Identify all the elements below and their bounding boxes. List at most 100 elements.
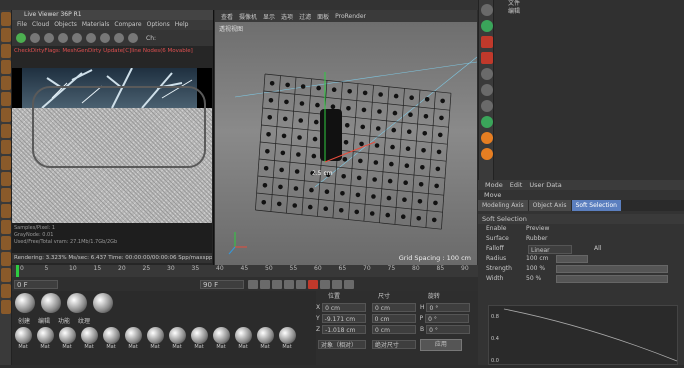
apply-button[interactable]: 应用 xyxy=(419,339,462,351)
rot-h-field[interactable]: 0 ° xyxy=(426,303,471,312)
zoom-icon[interactable] xyxy=(128,33,138,43)
menu-item-help[interactable]: Help xyxy=(175,20,189,30)
tool-icon[interactable] xyxy=(1,12,11,26)
material-swatch[interactable]: Mat xyxy=(144,325,166,350)
menu-item-options[interactable]: Options xyxy=(147,20,170,30)
viewport-menu-view[interactable]: 查看 xyxy=(221,12,233,21)
surface-value[interactable]: Rubber xyxy=(526,234,547,244)
tool-icon[interactable] xyxy=(481,148,493,160)
tool-icon[interactable] xyxy=(1,44,11,58)
tool-icon[interactable] xyxy=(1,268,11,282)
tab-soft-selection[interactable]: Soft Selection xyxy=(571,200,621,211)
size-x-field[interactable]: 0 cm xyxy=(372,303,417,312)
tool-icon[interactable] xyxy=(1,92,11,106)
end-frame-field[interactable]: 90 F xyxy=(200,279,244,289)
viewport-menu-display[interactable]: 显示 xyxy=(263,12,275,21)
tool-icon[interactable] xyxy=(1,140,11,154)
region-icon[interactable] xyxy=(100,33,110,43)
tool-icon[interactable] xyxy=(481,100,493,112)
material-swatch[interactable]: Mat xyxy=(232,325,254,350)
tool-icon[interactable] xyxy=(481,84,493,96)
tool-icon[interactable] xyxy=(1,204,11,218)
material-swatch[interactable]: Mat xyxy=(56,325,78,350)
prev-frame-icon[interactable] xyxy=(260,279,270,289)
keyframe-icon[interactable] xyxy=(320,279,330,289)
material-swatch[interactable]: Mat xyxy=(78,325,100,350)
object-manager-item[interactable]: 文件 xyxy=(494,0,684,8)
material-thumbnail[interactable] xyxy=(41,293,61,313)
tool-icon[interactable] xyxy=(481,132,493,144)
tool-icon[interactable] xyxy=(1,300,11,314)
menu-item-objects[interactable]: Objects xyxy=(54,20,77,30)
width-slider[interactable] xyxy=(556,275,668,283)
goto-end-icon[interactable] xyxy=(296,279,306,289)
goto-start-icon[interactable] xyxy=(248,279,258,289)
pos-y-field[interactable]: -9.171 cm xyxy=(321,314,366,323)
record-icon[interactable] xyxy=(308,279,318,289)
menu-item-compare[interactable]: Compare xyxy=(114,20,141,30)
tool-icon[interactable] xyxy=(1,188,11,202)
rot-p-field[interactable]: 0 ° xyxy=(425,314,470,323)
viewport-menu-options[interactable]: 选项 xyxy=(281,12,293,21)
mode-select[interactable]: All xyxy=(594,244,601,254)
menu-item-cloud[interactable]: Cloud xyxy=(32,20,49,30)
timeline[interactable]: 0 5 10 15 20 25 30 35 40 45 50 55 60 65 70 75 80 85 90 xyxy=(12,265,478,277)
play-icon[interactable] xyxy=(44,33,54,43)
perforated-mesh-object[interactable] xyxy=(215,22,477,265)
tool-icon[interactable] xyxy=(481,20,493,32)
strength-value[interactable]: 100 % xyxy=(526,264,556,274)
size-mode-select[interactable]: 绝对尺寸 xyxy=(371,340,416,349)
render-icon[interactable] xyxy=(481,52,493,64)
radius-slider[interactable] xyxy=(556,255,588,263)
pos-x-field[interactable]: 0 cm xyxy=(322,303,367,312)
material-swatch[interactable]: Mat xyxy=(254,325,276,350)
size-y-field[interactable]: 0 cm xyxy=(371,314,416,323)
material-swatch[interactable]: Mat xyxy=(166,325,188,350)
tool-icon[interactable] xyxy=(1,284,11,298)
size-z-field[interactable]: 0 cm xyxy=(372,325,417,334)
tool-icon[interactable] xyxy=(1,76,11,90)
radius-value[interactable]: 100 cm xyxy=(526,254,556,264)
coord-mode-select[interactable]: 对象（相对） xyxy=(318,340,366,349)
attr-menu-mode[interactable]: Mode xyxy=(485,180,503,190)
material-swatch[interactable]: Mat xyxy=(12,325,34,350)
tool-icon[interactable] xyxy=(1,156,11,170)
attr-menu-edit[interactable]: Edit xyxy=(510,180,523,190)
lock-icon[interactable] xyxy=(86,33,96,43)
next-frame-icon[interactable] xyxy=(284,279,294,289)
pause-icon[interactable] xyxy=(58,33,68,43)
rot-b-field[interactable]: 0 ° xyxy=(426,325,471,334)
width-value[interactable]: 50 % xyxy=(526,274,556,284)
enable-value[interactable]: Preview xyxy=(526,224,549,234)
save-icon[interactable] xyxy=(114,33,124,43)
material-swatch[interactable]: Mat xyxy=(210,325,232,350)
tool-icon[interactable] xyxy=(1,172,11,186)
3d-viewport[interactable]: 透视视图 2.5 cm Grid Spacing : 100 cm xyxy=(215,22,477,265)
record-icon[interactable] xyxy=(481,36,493,48)
tool-icon[interactable] xyxy=(1,220,11,234)
refresh-icon[interactable] xyxy=(30,33,40,43)
tool-icon[interactable] xyxy=(481,116,493,128)
keyframe-icon[interactable] xyxy=(344,279,354,289)
tool-icon[interactable] xyxy=(481,4,493,16)
tab-modeling-axis[interactable]: Modeling Axis xyxy=(478,200,528,211)
pos-z-field[interactable]: -1.018 cm xyxy=(322,325,367,334)
tool-icon[interactable] xyxy=(1,108,11,122)
tool-icon[interactable] xyxy=(1,124,11,138)
tool-icon[interactable] xyxy=(1,236,11,250)
tab-object-axis[interactable]: Object Axis xyxy=(528,200,571,211)
viewport-menu-panel[interactable]: 面板 xyxy=(317,12,329,21)
material-swatch[interactable]: Mat xyxy=(276,325,298,350)
material-swatch[interactable]: Mat xyxy=(122,325,144,350)
gear-icon[interactable] xyxy=(16,33,26,43)
attr-menu-user-data[interactable]: User Data xyxy=(529,180,561,190)
menu-item-materials[interactable]: Materials xyxy=(82,20,110,30)
tool-icon[interactable] xyxy=(1,28,11,42)
strength-slider[interactable] xyxy=(556,265,668,273)
viewport-menu-filter[interactable]: 过滤 xyxy=(299,12,311,21)
material-thumbnail[interactable] xyxy=(67,293,87,313)
tool-icon[interactable] xyxy=(1,252,11,266)
menu-item-file[interactable]: File xyxy=(17,20,27,30)
channel-select[interactable]: Ch: xyxy=(146,35,156,42)
falloff-curve-graph[interactable]: 0.8 0.4 0.0 xyxy=(488,305,678,365)
